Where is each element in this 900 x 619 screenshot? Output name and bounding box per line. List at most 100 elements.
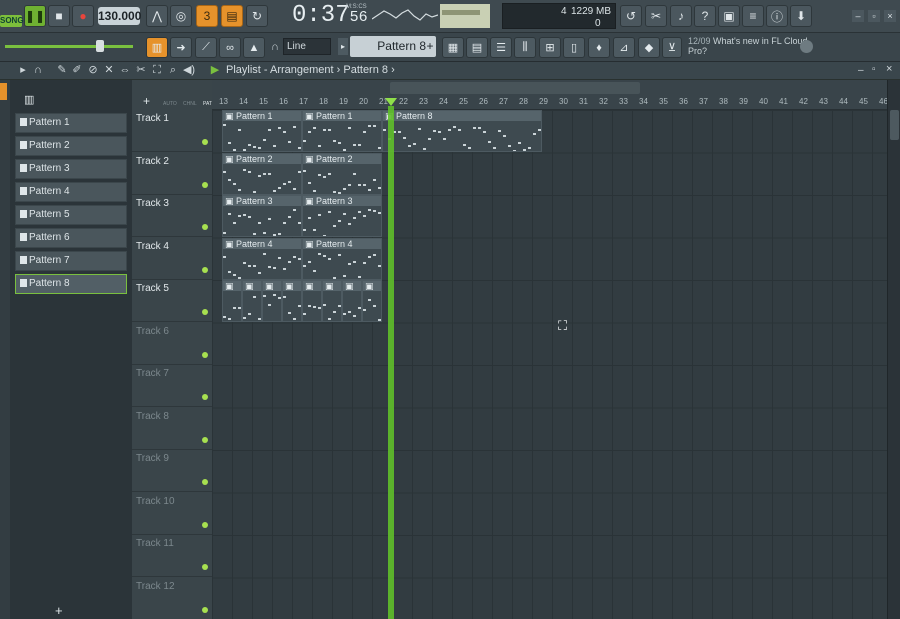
track-header[interactable]: Track 11 bbox=[132, 535, 212, 577]
undo-icon[interactable]: ↺ bbox=[620, 5, 642, 27]
track-enable-led[interactable] bbox=[202, 606, 208, 613]
pattern-clip[interactable]: ▣ bbox=[282, 280, 302, 322]
pattern-clip[interactable]: ▣ Pattern 4 bbox=[302, 237, 382, 280]
globe-icon[interactable] bbox=[800, 40, 813, 53]
track-enable-led[interactable] bbox=[202, 139, 208, 145]
arrow-right-icon[interactable]: ➜ bbox=[170, 37, 192, 58]
pattern-clip[interactable]: ▣ bbox=[302, 280, 322, 322]
add-track-icon[interactable]: + bbox=[143, 94, 150, 108]
pattern-clip[interactable]: ▣ Pattern 2 bbox=[302, 152, 382, 195]
minimize-playlist-icon[interactable]: – bbox=[858, 65, 864, 76]
track-enable-led[interactable] bbox=[202, 224, 208, 230]
close-icon[interactable]: × bbox=[884, 10, 896, 22]
menu-arrow-icon[interactable]: ▸ bbox=[16, 63, 30, 77]
playlist-icon[interactable]: ▦ bbox=[442, 37, 464, 58]
song-mode-toggle[interactable]: SONG bbox=[0, 15, 24, 27]
brush-icon[interactable]: ✐ bbox=[70, 63, 84, 77]
pattern-clip[interactable]: ▣ bbox=[222, 280, 242, 322]
pattern-item[interactable]: Pattern 8 bbox=[15, 274, 127, 294]
track-header[interactable]: Track 3 bbox=[132, 195, 212, 237]
track-header[interactable]: Track 1 bbox=[132, 110, 212, 152]
track-enable-led[interactable] bbox=[202, 181, 208, 188]
browser-icon[interactable]: ⊿ bbox=[613, 37, 635, 58]
pattern-clip[interactable]: ▣ Pattern 1 bbox=[222, 110, 302, 152]
track-enable-led[interactable] bbox=[202, 479, 208, 485]
pattern-clip[interactable]: ▣ Pattern 3 bbox=[222, 195, 302, 237]
pattern-item[interactable]: Pattern 5 bbox=[15, 205, 127, 225]
loop-record-icon[interactable]: ↻ bbox=[246, 5, 268, 27]
countdown-icon[interactable]: 3 bbox=[196, 5, 218, 27]
track-enable-led[interactable] bbox=[202, 436, 208, 443]
breadcrumb[interactable]: Playlist - Arrangement › Pattern 8 › bbox=[226, 64, 395, 76]
maximize-playlist-icon[interactable]: ▫ bbox=[872, 64, 876, 75]
track-header[interactable]: Track 6 bbox=[132, 323, 212, 365]
piano-roll-icon[interactable]: ▥ bbox=[146, 37, 168, 58]
tempo-tap-icon[interactable]: ◆ bbox=[638, 37, 660, 58]
pattern-clip[interactable]: ▣ Pattern 4 bbox=[222, 237, 302, 280]
mixer-icon[interactable]: ≡ bbox=[742, 5, 764, 27]
track-header[interactable]: Track 9 bbox=[132, 450, 212, 492]
select-icon[interactable]: ⛶ bbox=[150, 63, 164, 77]
mixer-view-icon[interactable]: ☰ bbox=[490, 37, 512, 58]
track-header[interactable]: Track 8 bbox=[132, 408, 212, 450]
draw-icon[interactable]: ⟋ bbox=[195, 37, 217, 58]
pattern-item[interactable]: Pattern 2 bbox=[15, 136, 127, 156]
horizontal-scrollbar[interactable] bbox=[390, 82, 640, 94]
add-pattern-icon[interactable]: + bbox=[424, 38, 436, 55]
help-icon[interactable]: ? bbox=[694, 5, 716, 27]
pattern-item[interactable]: Pattern 3 bbox=[15, 159, 127, 179]
vertical-scrollbar[interactable] bbox=[887, 80, 900, 619]
master-volume-slider[interactable] bbox=[5, 45, 133, 48]
track-enable-led[interactable] bbox=[202, 266, 208, 273]
track-header[interactable]: Track 12 bbox=[132, 578, 212, 619]
pattern-item[interactable]: Pattern 4 bbox=[15, 182, 127, 202]
pattern-clip[interactable]: ▣ bbox=[342, 280, 362, 322]
pattern-item[interactable]: Pattern 7 bbox=[15, 251, 127, 271]
browser-tab[interactable] bbox=[0, 83, 7, 100]
pattern-clip[interactable]: ▣ Pattern 1 bbox=[302, 110, 382, 152]
save-icon[interactable]: ▣ bbox=[718, 5, 740, 27]
file-icon[interactable]: ▯ bbox=[563, 37, 585, 58]
track-enable-led[interactable] bbox=[202, 309, 208, 315]
track-header[interactable]: Track 7 bbox=[132, 365, 212, 407]
sliders-icon[interactable]: ⫼ bbox=[514, 37, 536, 58]
magnet-icon[interactable]: ∩ bbox=[271, 41, 279, 53]
piano-keys-icon[interactable]: ▥ bbox=[24, 93, 34, 106]
zoom-icon[interactable]: ⌕ bbox=[166, 63, 180, 77]
restore-icon[interactable]: ▫ bbox=[868, 10, 880, 22]
snap-magnet-icon[interactable]: ∩ bbox=[31, 63, 45, 77]
pattern-prev-icon[interactable]: ▸ bbox=[338, 38, 348, 55]
cut-icon[interactable]: ✂ bbox=[645, 5, 667, 27]
pattern-clip[interactable]: ▣ bbox=[362, 280, 382, 322]
info-icon[interactable]: ⓘ bbox=[766, 5, 788, 27]
pattern-item[interactable]: Pattern 6 bbox=[15, 228, 127, 248]
pause-icon[interactable]: ❚❚ bbox=[24, 5, 46, 27]
scroll-thumb[interactable] bbox=[890, 110, 899, 140]
slip-icon[interactable]: ⇔ bbox=[118, 63, 132, 77]
track-enable-led[interactable] bbox=[202, 351, 208, 358]
pattern-item[interactable]: Pattern 1 bbox=[15, 113, 127, 133]
track-enable-led[interactable] bbox=[202, 564, 208, 570]
pattern-clip[interactable]: ▣ bbox=[242, 280, 262, 322]
playback-icon[interactable]: ◀) bbox=[182, 63, 196, 77]
cart-icon[interactable]: ⊻ bbox=[662, 37, 682, 58]
record-icon[interactable]: ● bbox=[72, 5, 94, 27]
tempo-display[interactable]: 130.000 bbox=[98, 7, 141, 25]
delete-icon[interactable]: ⊘ bbox=[86, 63, 100, 77]
pattern-clip[interactable]: ▣ Pattern 3 bbox=[302, 195, 382, 237]
routing-icon[interactable]: ⊞ bbox=[539, 37, 561, 58]
track-header[interactable]: Track 4 bbox=[132, 238, 212, 280]
news-ticker[interactable]: 12/09 What's new in FL Cloud Pro? bbox=[688, 36, 812, 58]
microphone-icon[interactable]: ♪ bbox=[670, 5, 692, 27]
step-edit-icon[interactable]: ▤ bbox=[221, 5, 243, 27]
playhead-line[interactable] bbox=[388, 106, 394, 619]
plugin-icon[interactable]: ♦ bbox=[588, 37, 610, 58]
playhead-marker[interactable] bbox=[385, 98, 397, 106]
pattern-clip[interactable]: ▣ Pattern 2 bbox=[222, 152, 302, 195]
minimize-icon[interactable]: – bbox=[852, 10, 864, 22]
track-header[interactable]: Track 10 bbox=[132, 493, 212, 535]
snap-selector[interactable]: Line bbox=[283, 38, 331, 55]
arrangement-grid[interactable]: 13 14 15 16 17 18 19 20 21 22 23 24 25 26 27 28 29 30 31 32… bbox=[212, 80, 887, 619]
pattern-clip[interactable]: ▣ bbox=[322, 280, 342, 322]
metronome-icon[interactable]: ⋀ bbox=[146, 5, 168, 27]
